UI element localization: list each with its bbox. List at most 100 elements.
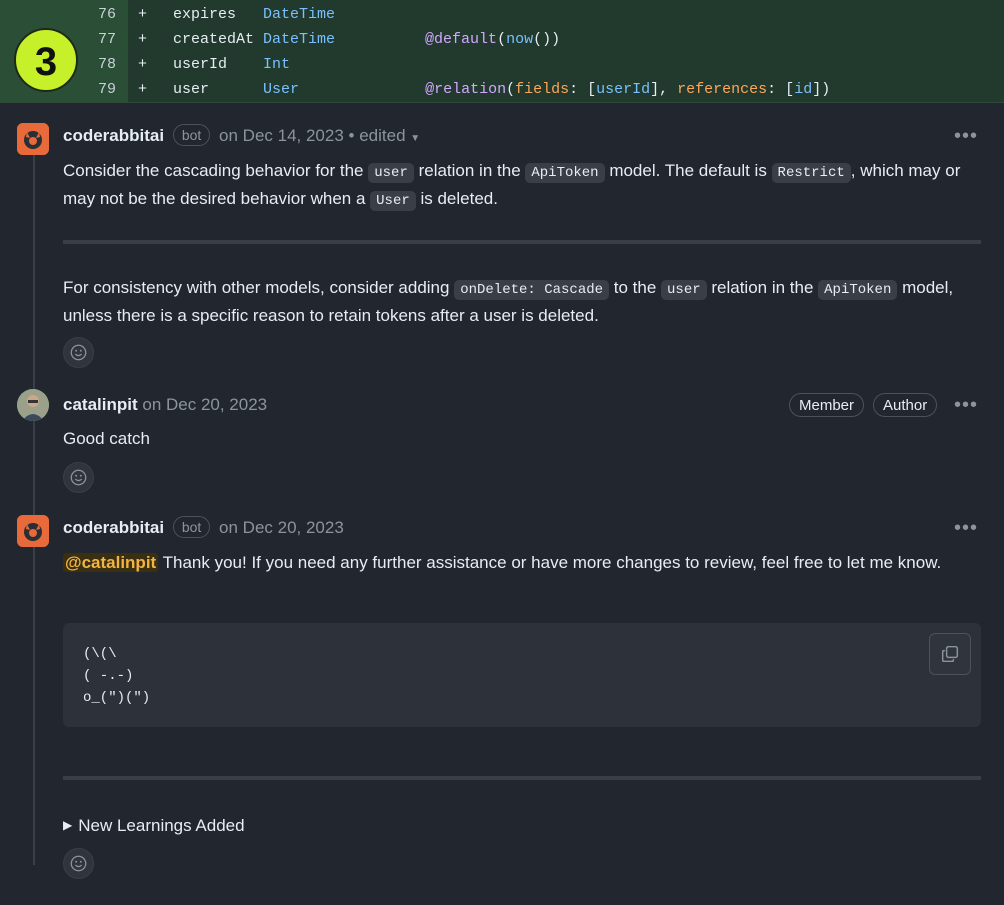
code-token: ( [506, 81, 516, 98]
line-number[interactable]: 78 [80, 52, 116, 77]
comment-author[interactable]: coderabbitai [63, 518, 164, 537]
code-token: ], [650, 81, 678, 98]
horizontal-rule [63, 776, 981, 780]
inline-code: User [370, 191, 416, 211]
diff-hunk: 76 + expires DateTime 77 + createdAt DateTime… [0, 0, 1004, 103]
diff-line: 78 + userId Int [0, 52, 1004, 77]
comment-paragraph: For consistency with other models, consi… [63, 278, 953, 325]
text-run: to the [609, 278, 662, 297]
inline-code: Restrict [771, 163, 851, 183]
add-reaction-button[interactable] [63, 462, 94, 493]
comment-header: coderabbitai bot on Dec 20, 2023 [63, 516, 344, 540]
rabbit-logo-icon [17, 515, 49, 547]
code-token: references [677, 81, 768, 98]
rabbit-logo-icon [17, 123, 49, 155]
comment-header: catalinpit on Dec 20, 2023 [63, 393, 267, 417]
line-number[interactable]: 76 [80, 2, 116, 27]
comment-date[interactable]: on Dec 14, 2023 [219, 126, 344, 145]
diff-code: expires DateTime [173, 2, 335, 27]
comment-options-button[interactable]: ••• [953, 518, 979, 540]
comment-paragraph: Consider the cascading behavior for the … [63, 161, 960, 211]
comment-body: @catalinpit Thank you! If you need any f… [63, 550, 983, 576]
step-number-badge: 3 [14, 28, 78, 92]
edited-indicator[interactable]: • edited ▼ [349, 126, 421, 145]
code-token: DateTime [263, 6, 336, 23]
text-run: is deleted. [415, 189, 498, 208]
text-run: relation in the [706, 278, 819, 297]
code-token: User [263, 81, 300, 98]
comment-date[interactable]: on Dec 20, 2023 [142, 395, 267, 414]
user-mention-link[interactable]: @catalinpit [63, 553, 159, 572]
code-token: id [794, 81, 813, 98]
comment-author[interactable]: catalinpit [63, 395, 138, 414]
new-learnings-details-toggle[interactable]: ▶ New Learnings Added [63, 813, 245, 838]
code-token: DateTime [263, 31, 336, 48]
triangle-right-icon: ▶ [63, 818, 73, 832]
diff-line: 77 + createdAt DateTime @default(now()) [0, 27, 1004, 52]
inline-code: onDelete: Cascade [454, 280, 610, 300]
code-token: : [ [767, 81, 795, 98]
diff-code: createdAt DateTime @default(now()) [173, 27, 560, 52]
author-badge: Author [873, 393, 938, 417]
code-token: @relation [425, 81, 507, 98]
diff-line: 79 + user User @relation(fields: [userId],… [0, 77, 1004, 102]
member-badge: Member [789, 393, 865, 417]
code-token: fields [515, 81, 570, 98]
inline-code: ApiToken [525, 163, 605, 183]
text-run: Consider the cascading behavior for the [63, 161, 369, 180]
inline-code: user [661, 280, 707, 300]
comment-header: coderabbitai bot on Dec 14, 2023 • edite… [63, 124, 420, 148]
thread-connector-line [33, 150, 35, 865]
details-summary-label: New Learnings Added [78, 816, 245, 835]
code-token: now [506, 31, 534, 48]
code-token: ()) [533, 31, 561, 48]
line-number[interactable]: 79 [80, 77, 116, 102]
comment-options-button[interactable]: ••• [953, 126, 979, 148]
code-token: expires [173, 6, 264, 23]
horizontal-rule [63, 240, 981, 244]
text-run: For consistency with other models, consi… [63, 278, 455, 297]
diff-line: 76 + expires DateTime [0, 2, 1004, 27]
code-token: userId [173, 56, 264, 73]
text-run: model. The default is [604, 161, 772, 180]
text-run: relation in the [413, 161, 526, 180]
code-token: ( [497, 31, 507, 48]
inline-code: user [368, 163, 414, 183]
coderabbitai-avatar[interactable] [17, 515, 49, 547]
chevron-down-icon: ▼ [410, 133, 421, 144]
comment-body: Good catch [63, 429, 150, 448]
smiley-icon [70, 469, 87, 486]
code-token: Int [263, 56, 291, 73]
code-token: : [ [569, 81, 597, 98]
comment-author[interactable]: coderabbitai [63, 126, 164, 145]
copy-code-button[interactable] [929, 633, 971, 675]
add-reaction-button[interactable] [63, 848, 94, 879]
code-token: @default [425, 31, 498, 48]
diff-added-marker: + [138, 81, 148, 98]
edited-label: • edited [348, 126, 406, 145]
comment-options-button[interactable]: ••• [953, 395, 979, 417]
code-block: (\(\ ( -.-) o_(")(") [63, 623, 981, 727]
smiley-icon [70, 344, 87, 361]
bot-label: bot [172, 516, 211, 538]
code-token: userId [596, 81, 651, 98]
code-token: createdAt [173, 31, 264, 48]
diff-added-marker: + [138, 6, 148, 23]
comment-date[interactable]: on Dec 20, 2023 [219, 518, 344, 537]
catalinpit-avatar[interactable] [17, 389, 49, 421]
add-reaction-button[interactable] [63, 337, 94, 368]
code-token: user [173, 81, 264, 98]
smiley-icon [70, 855, 87, 872]
line-number[interactable]: 77 [80, 27, 116, 52]
inline-code: ApiToken [818, 280, 898, 300]
copy-icon [941, 645, 959, 663]
comment-body: Consider the cascading behavior for the … [63, 158, 983, 214]
diff-added-marker: + [138, 31, 148, 48]
coderabbitai-avatar[interactable] [17, 123, 49, 155]
code-token: ]) [812, 81, 831, 98]
bot-label: bot [172, 124, 211, 146]
diff-added-marker: + [138, 56, 148, 73]
diff-code: user User @relation(fields: [userId], re… [173, 77, 830, 102]
